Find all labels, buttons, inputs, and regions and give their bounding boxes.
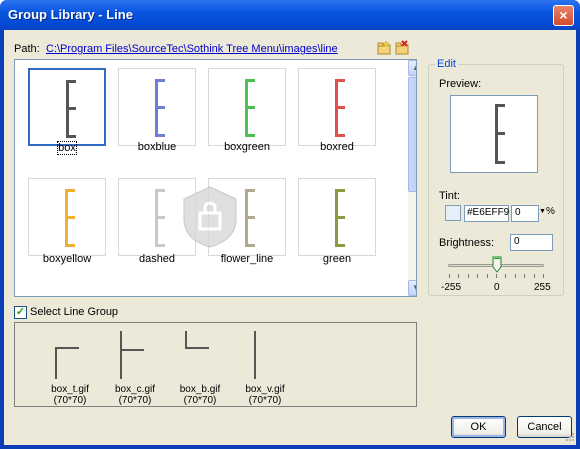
watermark-logo	[183, 186, 237, 248]
line-preview-box	[66, 80, 76, 138]
slider-tick	[467, 274, 469, 278]
group-item-file: box_c.gif	[114, 384, 156, 395]
preview-image	[495, 104, 505, 164]
line-preview-boxblue	[155, 79, 165, 137]
cancel-button[interactable]: Cancel	[517, 416, 572, 438]
path-link[interactable]: C:\Program Files\SourceTec\Sothink Tree …	[46, 43, 338, 55]
gallery-label-dashed[interactable]: dashed	[112, 253, 202, 265]
delete-folder-icon[interactable]	[394, 40, 410, 56]
slider-tick	[496, 274, 497, 278]
tint-label: Tint:	[439, 190, 460, 202]
gallery-label-boxyellow[interactable]: boxyellow	[22, 253, 112, 265]
ok-button[interactable]: OK	[451, 416, 506, 438]
slider-mid-label: 0	[494, 282, 500, 293]
group-item-size: (70*70)	[248, 395, 282, 406]
gallery-label-boxred[interactable]: boxred	[292, 141, 382, 153]
image-gallery[interactable]: box boxblue boxgreen boxred boxyellow dashed f…	[14, 59, 417, 297]
select-line-group-label: Select Line Group	[30, 306, 119, 318]
slider-tick	[477, 274, 479, 278]
group-item-file: box_b.gif	[179, 384, 221, 395]
group-item-file: box_v.gif	[245, 384, 285, 395]
tint-hex-field[interactable]: #E6EFF9	[464, 205, 509, 222]
preview-box	[450, 95, 538, 173]
gallery-label-box[interactable]: box	[57, 141, 77, 155]
line-group-panel: box_t.gif (70*70) box_c.gif (70*70) box_b.gi…	[14, 322, 417, 407]
new-folder-icon[interactable]	[376, 40, 392, 56]
group-item-size: (70*70)	[118, 395, 152, 406]
select-line-group-checkbox[interactable]: ✓	[14, 306, 27, 319]
preview-label: Preview:	[439, 78, 482, 90]
group-icon-box_t	[55, 347, 79, 379]
slider-tick	[458, 274, 460, 278]
line-preview-boxred	[335, 79, 345, 137]
gallery-scrollbar[interactable]: ▲ ▼	[408, 60, 416, 296]
slider-tick	[449, 274, 450, 278]
gallery-label-boxblue[interactable]: boxblue	[112, 141, 202, 153]
brightness-field[interactable]: 0	[510, 234, 553, 251]
line-preview-green	[335, 189, 345, 247]
gallery-thumb-boxyellow[interactable]	[28, 178, 106, 256]
gallery-thumb-boxblue[interactable]	[118, 68, 196, 146]
group-item-file: box_t.gif	[51, 384, 89, 395]
group-item-size: (70*70)	[183, 395, 217, 406]
slider-tick	[505, 274, 507, 278]
group-icon-box_b	[185, 331, 209, 349]
slider-tick	[514, 274, 516, 278]
gallery-label-flower_line[interactable]: flower_line	[202, 253, 292, 265]
path-label: Path:	[14, 43, 40, 55]
scroll-up-button[interactable]: ▲	[408, 60, 416, 76]
slider-tick	[486, 274, 488, 278]
slider-tick	[533, 274, 535, 278]
line-preview-boxgreen	[245, 79, 255, 137]
resize-grip-icon[interactable]	[565, 432, 575, 442]
group-item-label: box_c.gif (70*70)	[100, 384, 170, 406]
tint-color-swatch[interactable]	[445, 205, 461, 221]
group-icon-box_c	[120, 331, 144, 379]
gallery-thumb-box[interactable]	[28, 68, 106, 146]
gallery-label-green[interactable]: green	[292, 253, 382, 265]
group-item-label: box_v.gif (70*70)	[230, 384, 300, 406]
group-item-label: box_b.gif (70*70)	[165, 384, 235, 406]
slider-tick	[543, 274, 544, 278]
title-bar[interactable]: Group Library - Line ×	[0, 0, 580, 30]
window-title: Group Library - Line	[8, 7, 133, 22]
slider-tick	[524, 274, 526, 278]
scroll-down-button[interactable]: ▼	[408, 280, 416, 296]
gallery-thumb-boxred[interactable]	[298, 68, 376, 146]
edit-legend: Edit	[435, 58, 458, 70]
tint-percent-field[interactable]: 0	[511, 205, 539, 222]
slider-min-label: -255	[441, 282, 462, 293]
brightness-slider-thumb[interactable]	[492, 256, 502, 273]
group-icon-box_v	[254, 331, 256, 379]
close-button[interactable]: ×	[553, 5, 574, 26]
gallery-thumb-boxgreen[interactable]	[208, 68, 286, 146]
scroll-thumb[interactable]	[408, 77, 416, 192]
tint-unit: %	[546, 206, 555, 217]
brightness-label: Brightness:	[439, 237, 495, 249]
group-item-size: (70*70)	[53, 395, 87, 406]
dialog-window: Group Library - Line × Path: C:\Program …	[0, 0, 580, 449]
gallery-label-boxgreen[interactable]: boxgreen	[202, 141, 292, 153]
slider-max-label: 255	[534, 282, 551, 293]
dialog-client-area: Path: C:\Program Files\SourceTec\Sothink…	[4, 30, 576, 445]
line-preview-boxyellow	[65, 189, 75, 247]
tint-spin-icon[interactable]: ▼	[539, 208, 546, 215]
group-item-label: box_t.gif (70*70)	[35, 384, 105, 406]
gallery-thumb-green[interactable]	[298, 178, 376, 256]
